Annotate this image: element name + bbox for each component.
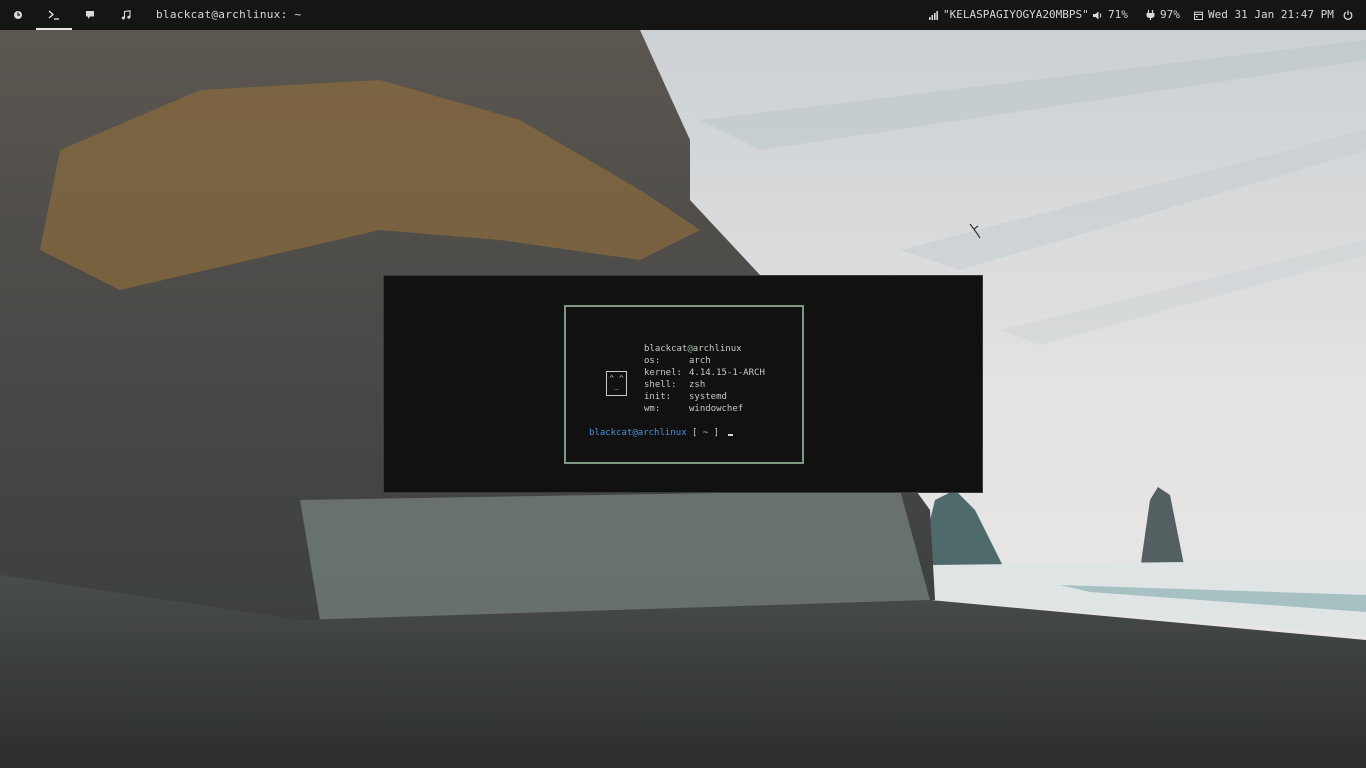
chat-icon (86, 11, 94, 19)
info-row-kernel: kernel: 4.14.15-1-ARCH (644, 367, 765, 379)
info-row-init: init: systemd (644, 391, 765, 403)
battery-status[interactable]: 97% (1146, 0, 1180, 30)
datetime-status[interactable]: Wed 31 Jan 21:47 PM (1194, 0, 1334, 30)
info-key: init: (644, 392, 672, 402)
info-header: blackcat@archlinux (644, 343, 765, 355)
prompt-path: [ ~ ] (686, 428, 725, 438)
volume-status[interactable]: 71% (1093, 0, 1128, 30)
desktop: blackcat@archlinux: ~ "KELASPAGIYOGYA20M… (0, 0, 1366, 768)
calendar-icon (1194, 11, 1203, 20)
battery-value: 97% (1160, 8, 1180, 21)
workspace-terminal[interactable] (36, 0, 72, 30)
datetime-value: Wed 31 Jan 21:47 PM (1208, 8, 1334, 21)
info-value: systemd (689, 392, 727, 402)
top-bar: blackcat@archlinux: ~ "KELASPAGIYOGYA20M… (0, 0, 1366, 30)
info-value: 4.14.15-1-ARCH (689, 368, 765, 378)
wifi-ssid: "KELASPAGIYOGYA20MBPS" (943, 8, 1089, 21)
prompt-host: archlinux (637, 428, 687, 438)
cat-face-logo: ^ ^ _ (606, 371, 627, 396)
signal-bars-icon (929, 10, 938, 20)
info-user: blackcat (644, 344, 688, 354)
system-info: blackcat@archlinux os: arch kernel: 4.14.1… (644, 343, 765, 415)
info-host: archlinux (692, 344, 742, 354)
workspace-chat[interactable] (72, 0, 108, 30)
prompt-user: blackcat (589, 428, 633, 438)
info-row-os: os: arch (644, 355, 765, 367)
info-row-shell: shell: zsh (644, 379, 765, 391)
text-cursor (727, 434, 733, 436)
info-row-wm: wm: windowchef (644, 403, 765, 415)
info-value: windowchef (689, 404, 744, 414)
terminal-icon (48, 10, 59, 20)
info-key: os: (644, 356, 661, 366)
terminal-window[interactable]: ^ ^ _ blackcat@archlinux os: arch kernel:… (383, 275, 983, 493)
info-value: zsh (689, 380, 706, 390)
power-icon (1343, 10, 1353, 20)
window-title: blackcat@archlinux: ~ (156, 8, 302, 21)
info-key: shell: (644, 380, 677, 390)
workspace-music[interactable] (108, 0, 144, 30)
info-key: kernel: (644, 368, 682, 378)
wifi-status[interactable]: "KELASPAGIYOGYA20MBPS" (929, 0, 1089, 30)
shell-prompt[interactable]: blackcat@archlinux [ ~ ] (589, 427, 733, 439)
music-icon (121, 10, 131, 20)
clock-icon (14, 11, 22, 19)
volume-value: 71% (1108, 8, 1128, 21)
info-key: wm: (644, 404, 661, 414)
info-value: arch (689, 356, 711, 366)
power-button[interactable] (1343, 0, 1358, 30)
speaker-icon (1093, 11, 1102, 19)
workspace-clock[interactable] (0, 0, 36, 30)
power-plug-icon (1146, 10, 1155, 20)
fetch-box: ^ ^ _ blackcat@archlinux os: arch kernel:… (564, 305, 804, 464)
